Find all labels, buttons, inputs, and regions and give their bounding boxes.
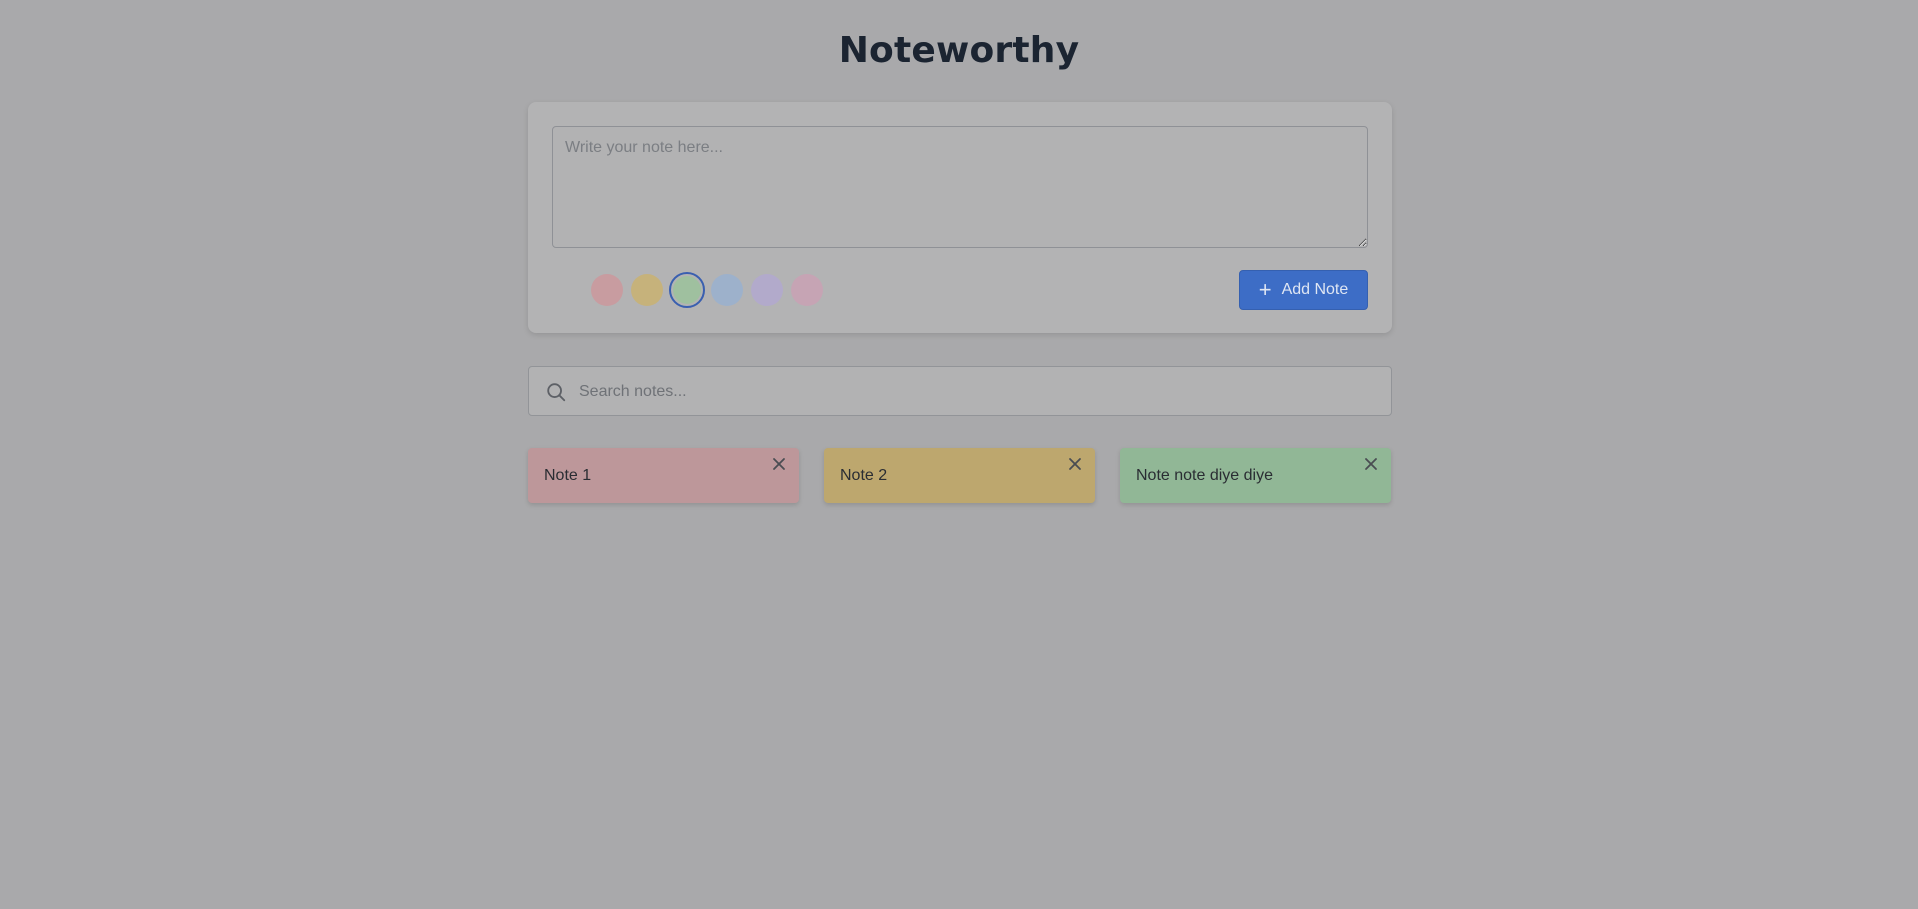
note-text: Note 1: [544, 467, 592, 484]
search-icon: [547, 383, 566, 402]
color-swatch-pink[interactable]: [791, 274, 823, 306]
close-icon[interactable]: [1361, 454, 1381, 474]
note-text: Note note diye diye: [1136, 467, 1273, 484]
close-icon[interactable]: [1065, 454, 1085, 474]
color-swatch-green[interactable]: [669, 272, 705, 308]
color-swatch-purple[interactable]: [751, 274, 783, 306]
note-text: Note 2: [840, 467, 888, 484]
color-swatch-blue[interactable]: [711, 274, 743, 306]
color-swatch-yellow[interactable]: [631, 274, 663, 306]
search-bar: [528, 366, 1392, 417]
app-title: Noteworthy: [838, 30, 1080, 71]
add-note-button[interactable]: + Add Note: [1239, 270, 1368, 310]
search-input[interactable]: [577, 367, 1381, 417]
close-icon[interactable]: [769, 454, 789, 474]
plus-icon: +: [1258, 277, 1272, 302]
note-card: Note 2: [824, 448, 1095, 503]
color-swatch-red[interactable]: [591, 274, 623, 306]
note-card: Note 1: [528, 448, 799, 503]
add-note-label: Add Note: [1281, 281, 1349, 298]
note-textarea[interactable]: [552, 126, 1368, 248]
note-card: Note note diye diye: [1120, 448, 1391, 503]
note-composer: + Add Note: [528, 102, 1392, 333]
